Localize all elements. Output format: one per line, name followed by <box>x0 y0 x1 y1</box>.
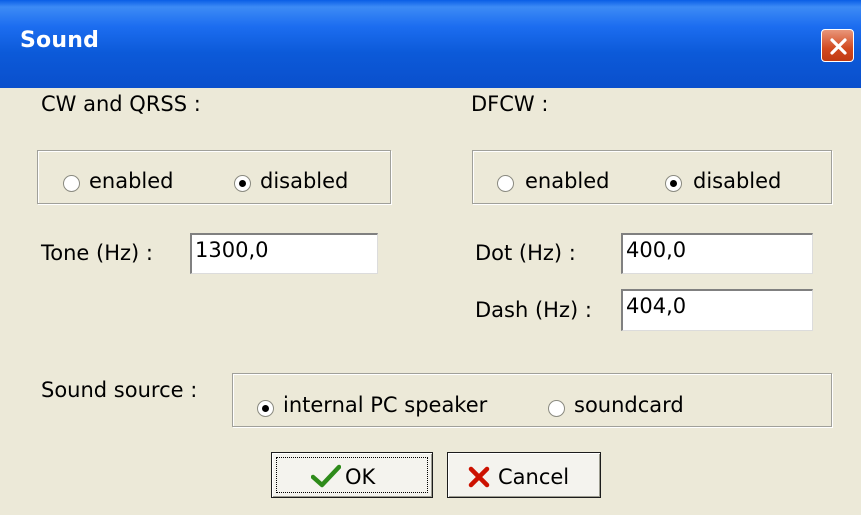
internal-speaker-radio[interactable] <box>257 400 274 417</box>
x-icon <box>468 466 490 488</box>
cancel-button[interactable]: Cancel <box>447 452 601 498</box>
dfcw-label: DFCW : <box>471 92 549 116</box>
cw-enabled-radio[interactable] <box>63 175 80 192</box>
checkmark-icon <box>311 464 341 488</box>
tone-label: Tone (Hz) : <box>41 241 153 265</box>
soundcard-label[interactable]: soundcard <box>574 393 684 417</box>
cw-enabled-label[interactable]: enabled <box>89 169 174 193</box>
ok-label: OK <box>345 465 376 489</box>
dfcw-enabled-radio[interactable] <box>497 175 514 192</box>
dfcw-disabled-radio[interactable] <box>665 175 682 192</box>
ok-button[interactable]: OK <box>271 452 433 498</box>
soundcard-radio[interactable] <box>548 400 565 417</box>
cancel-label: Cancel <box>498 465 570 489</box>
sound-source-label: Sound source : <box>41 378 198 402</box>
window-title: Sound <box>20 28 100 53</box>
internal-speaker-label[interactable]: internal PC speaker <box>283 393 487 417</box>
cw-qrss-group: enabled disabled <box>37 150 391 204</box>
dfcw-disabled-label[interactable]: disabled <box>693 169 781 193</box>
dash-input[interactable]: 404,0 <box>621 289 813 331</box>
dfcw-enabled-label[interactable]: enabled <box>525 169 610 193</box>
close-button[interactable] <box>821 29 854 62</box>
dfcw-group: enabled disabled <box>472 150 832 204</box>
title-bar[interactable]: Sound <box>0 0 861 88</box>
dash-label: Dash (Hz) : <box>475 298 592 322</box>
cw-disabled-radio[interactable] <box>234 175 251 192</box>
cw-qrss-label: CW and QRSS : <box>41 92 201 116</box>
close-icon <box>830 38 847 55</box>
cw-disabled-label[interactable]: disabled <box>260 169 348 193</box>
dot-label: Dot (Hz) : <box>475 241 576 265</box>
sound-source-group: internal PC speaker soundcard <box>232 373 832 427</box>
dot-input[interactable]: 400,0 <box>621 233 813 274</box>
dialog-body: CW and QRSS : enabled disabled DFCW : en… <box>0 88 861 515</box>
tone-input[interactable]: 1300,0 <box>190 233 378 274</box>
